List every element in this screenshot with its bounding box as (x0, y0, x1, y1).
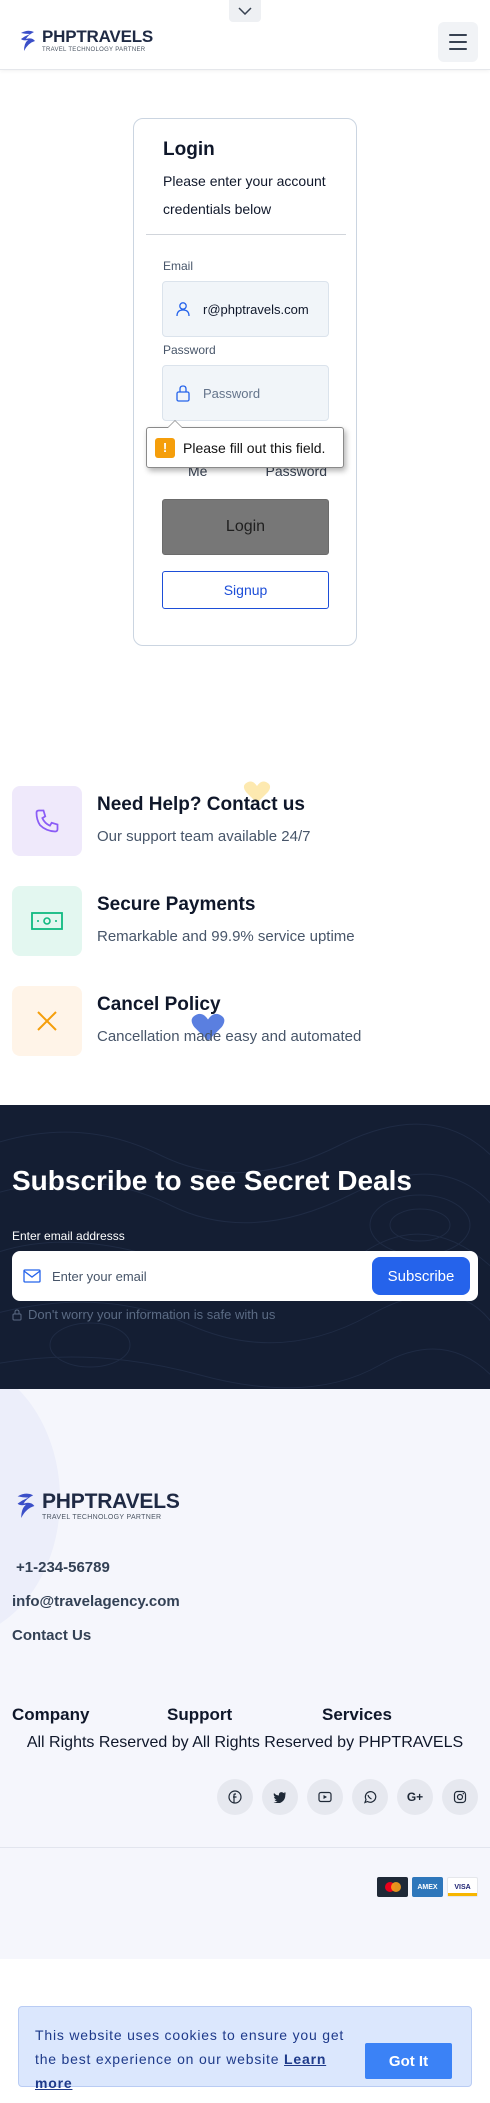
amex-icon: AMEX (412, 1877, 443, 1897)
site-footer: PHPTRAVELS TRAVEL TECHNOLOGY PARTNER +1-… (0, 1389, 490, 1959)
menu-line (449, 34, 467, 36)
visa-stripe (448, 1893, 477, 1896)
footer-contact-link[interactable]: Contact Us (12, 1627, 91, 1644)
lock-icon (163, 384, 203, 402)
logo-mark-icon (21, 30, 35, 51)
subscribe-form: Subscribe (12, 1251, 478, 1301)
youtube-icon[interactable] (307, 1779, 343, 1815)
cookie-accept-button[interactable]: Got It (365, 2043, 452, 2079)
instagram-icon[interactable] (442, 1779, 478, 1815)
privacy-note: Don't worry your information is safe wit… (12, 1307, 275, 1322)
footer-email[interactable]: info@travelagency.com (12, 1593, 180, 1610)
footer-phone[interactable]: +1-234-56789 (16, 1559, 110, 1576)
feature-title: Secure Payments (97, 894, 256, 915)
google-plus-text: G+ (406, 1790, 424, 1804)
login-card: Login Please enter your account credenti… (133, 118, 357, 646)
phone-icon (12, 786, 82, 856)
money-icon (12, 886, 82, 956)
login-subtitle: Please enter your account credentials be… (163, 173, 326, 217)
feature-support: Need Help? Contact us Our support team a… (12, 786, 482, 856)
feature-payments: Secure Payments Remarkable and 99.9% ser… (12, 886, 482, 956)
user-icon (163, 301, 203, 317)
hamburger-menu-button[interactable] (438, 22, 478, 62)
warning-icon: ! (155, 437, 175, 458)
chevron-down-icon (238, 7, 252, 15)
subscribe-email-label: Enter email addresss (12, 1229, 125, 1243)
feature-desc: Remarkable and 99.9% service uptime (97, 928, 355, 945)
logo-tagline: TRAVEL TECHNOLOGY PARTNER (42, 47, 146, 53)
password-field[interactable] (162, 365, 329, 421)
subscribe-section: Subscribe to see Secret Deals Enter emai… (0, 1105, 490, 1389)
footer-logo[interactable]: PHPTRAVELS TRAVEL TECHNOLOGY PARTNER (14, 1491, 180, 1521)
mastercard-icon (377, 1877, 408, 1897)
subscribe-email-input[interactable] (52, 1268, 352, 1284)
site-header: PHPTRAVELS TRAVEL TECHNOLOGY PARTNER (0, 0, 490, 70)
contour-pattern (0, 1123, 490, 1389)
password-input[interactable] (203, 385, 318, 401)
validation-message: Please fill out this field. (183, 439, 326, 456)
feature-title: Need Help? Contact us (97, 794, 305, 815)
menu-line (449, 41, 467, 43)
email-label: Email (163, 259, 194, 273)
footer-column-services[interactable]: Services (322, 1705, 392, 1725)
envelope-icon (12, 1269, 52, 1283)
privacy-note-text: Don't worry your information is safe wit… (28, 1307, 276, 1322)
twitter-icon[interactable] (262, 1779, 298, 1815)
amex-label: AMEX (417, 1883, 438, 1891)
logo-tagline: TRAVEL TECHNOLOGY PARTNER (42, 1514, 162, 1521)
feature-desc: Cancellation made easy and automated (97, 1028, 362, 1045)
social-links: G+ (217, 1779, 478, 1815)
login-title: Login (163, 139, 215, 160)
subscribe-button[interactable]: Subscribe (372, 1257, 470, 1295)
password-label: Password (163, 343, 216, 357)
divider (146, 234, 346, 235)
email-value: r@phptravels.com (203, 301, 309, 317)
logo-mark-icon (17, 1493, 35, 1518)
scroll-top-toggle[interactable] (229, 0, 261, 22)
facebook-icon[interactable] (217, 1779, 253, 1815)
visa-icon: VISA (447, 1877, 478, 1897)
menu-line (449, 48, 467, 50)
login-button[interactable]: Login (162, 499, 329, 555)
email-field[interactable]: r@phptravels.com (162, 281, 329, 337)
copyright: All Rights Reserved by All Rights Reserv… (26, 1734, 464, 1751)
cookie-banner: This website uses cookies to ensure you … (18, 2006, 472, 2091)
feature-title: Cancel Policy (97, 994, 221, 1015)
payment-methods: AMEX VISA (377, 1877, 478, 1897)
whatsapp-icon[interactable] (352, 1779, 388, 1815)
footer-column-company[interactable]: Company (12, 1705, 89, 1725)
footer-column-support[interactable]: Support (167, 1705, 232, 1725)
footer-divider (0, 1847, 490, 1848)
feature-desc: Our support team available 24/7 (97, 828, 311, 845)
logo-name: PHPTRAVELS (42, 27, 154, 46)
cookie-message: This website uses cookies to ensure you … (35, 2023, 355, 2095)
visa-label: VISA (454, 1883, 471, 1891)
signup-button[interactable]: Signup (162, 571, 329, 609)
logo-name: PHPTRAVELS (42, 1490, 180, 1513)
lock-icon (12, 1308, 22, 1320)
header-logo[interactable]: PHPTRAVELS TRAVEL TECHNOLOGY PARTNER (18, 28, 153, 53)
subscribe-title: Subscribe to see Secret Deals (12, 1165, 412, 1196)
close-icon (12, 986, 82, 1056)
google-plus-icon[interactable]: G+ (397, 1779, 433, 1815)
validation-tooltip: ! Please fill out this field. (146, 420, 344, 468)
feature-cancel: Cancel Policy Cancellation made easy and… (12, 986, 482, 1056)
